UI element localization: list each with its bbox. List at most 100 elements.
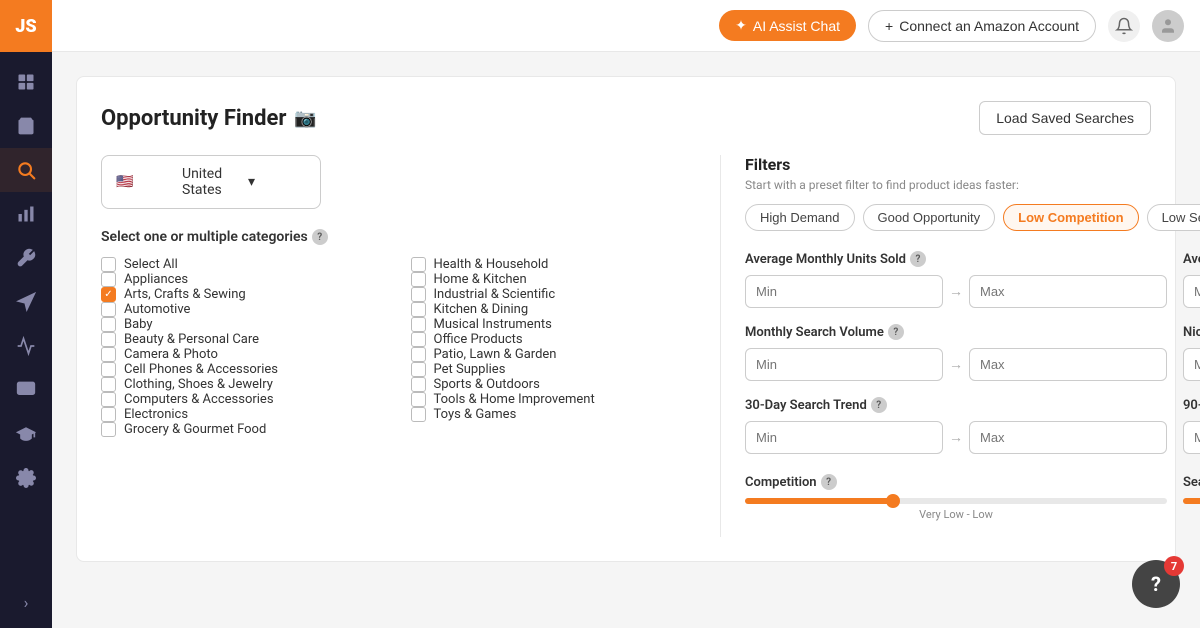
avg-price-min-input[interactable] [1183, 275, 1200, 308]
sidebar-item-tools[interactable] [0, 236, 52, 280]
checkbox-kitchen-dining[interactable] [411, 302, 426, 317]
category-item-kitchen-dining[interactable]: Kitchen & Dining [411, 302, 697, 317]
checkbox-cell-phones[interactable] [101, 362, 116, 377]
checkbox-industrial[interactable] [411, 287, 426, 302]
filter-tag-good-opportunity[interactable]: Good Opportunity [863, 204, 996, 231]
filter-tag-low-competition[interactable]: Low Competition [1003, 204, 1138, 231]
checkbox-grocery[interactable] [101, 422, 116, 437]
sidebar-item-search[interactable] [0, 148, 52, 192]
sidebar-item-analytics[interactable] [0, 192, 52, 236]
trend30-max-input[interactable] [969, 421, 1167, 454]
competition-label: Competition ? [745, 474, 1167, 490]
trend30-help-icon[interactable]: ? [871, 397, 887, 413]
sidebar-item-reporting[interactable] [0, 324, 52, 368]
checkbox-clothing[interactable] [101, 377, 116, 392]
search-vol-range: → [745, 348, 1167, 381]
checkbox-health[interactable] [411, 257, 426, 272]
checkbox-patio[interactable] [411, 347, 426, 362]
search-vol-min-input[interactable] [745, 348, 943, 381]
checkbox-sports[interactable] [411, 377, 426, 392]
notifications-button[interactable] [1108, 10, 1140, 42]
avg-units-max-input[interactable] [969, 275, 1167, 308]
checkbox-home-kitchen[interactable] [411, 272, 426, 287]
category-item-computers[interactable]: Computers & Accessories [101, 392, 387, 407]
country-dropdown[interactable]: 🇺🇸 United States ▾ [101, 155, 321, 209]
category-item-beauty[interactable]: Beauty & Personal Care [101, 332, 387, 347]
category-item-select-all[interactable]: Select All [101, 257, 387, 272]
category-item-industrial[interactable]: Industrial & Scientific [411, 287, 697, 302]
niche-min-input[interactable] [1183, 348, 1200, 381]
sidebar-item-campaigns[interactable] [0, 280, 52, 324]
page-header: Opportunity Finder 📷 Load Saved Searches [101, 101, 1151, 135]
sidebar-item-dashboard[interactable] [0, 60, 52, 104]
category-item-tools[interactable]: Tools & Home Improvement [411, 392, 697, 407]
seasonality-slider-track[interactable] [1183, 498, 1200, 504]
monthly-search-volume-label: Monthly Search Volume ? [745, 324, 1167, 340]
category-item-camera[interactable]: Camera & Photo [101, 347, 387, 362]
checkbox-automotive[interactable] [101, 302, 116, 317]
checkbox-tools[interactable] [411, 392, 426, 407]
categories-label: Select one or multiple categories ? [101, 229, 696, 245]
category-item-patio[interactable]: Patio, Lawn & Garden [411, 347, 697, 362]
trend90-min-input[interactable] [1183, 421, 1200, 454]
checkbox-beauty[interactable] [101, 332, 116, 347]
avg-units-help-icon[interactable]: ? [910, 251, 926, 267]
checkbox-appliances[interactable] [101, 272, 116, 287]
search-vol-help-icon[interactable]: ? [888, 324, 904, 340]
competition-help-icon[interactable]: ? [821, 474, 837, 490]
seasonality-label: Seasonality ? [1183, 474, 1200, 490]
load-saved-button[interactable]: Load Saved Searches [979, 101, 1151, 135]
category-item-clothing[interactable]: Clothing, Shoes & Jewelry [101, 377, 387, 392]
checkbox-select-all[interactable] [101, 257, 116, 272]
checkbox-camera[interactable] [101, 347, 116, 362]
category-item-musical[interactable]: Musical Instruments [411, 317, 697, 332]
trend30-min-input[interactable] [745, 421, 943, 454]
video-icon[interactable]: 📷 [294, 108, 316, 129]
search-trend-30-group: 30-Day Search Trend ? → [745, 397, 1167, 454]
checkbox-pet[interactable] [411, 362, 426, 377]
sidebar-item-ads[interactable]: AD [0, 368, 52, 412]
category-item-appliances[interactable]: Appliances [101, 272, 387, 287]
category-col-1: Select AllAppliancesArts, Crafts & Sewin… [101, 257, 387, 437]
help-button[interactable]: ? 7 [1132, 560, 1180, 608]
category-item-electronics[interactable]: Electronics [101, 407, 387, 422]
categories-help-icon[interactable]: ? [312, 229, 328, 245]
checkbox-musical[interactable] [411, 317, 426, 332]
user-avatar[interactable] [1152, 10, 1184, 42]
category-item-office[interactable]: Office Products [411, 332, 697, 347]
category-item-sports[interactable]: Sports & Outdoors [411, 377, 697, 392]
ai-assist-button[interactable]: ✦ AI Assist Chat [719, 10, 856, 41]
checkbox-electronics[interactable] [101, 407, 116, 422]
search-vol-max-input[interactable] [969, 348, 1167, 381]
country-flag: 🇺🇸 [116, 174, 174, 190]
category-item-baby[interactable]: Baby [101, 317, 387, 332]
checkbox-arts-crafts[interactable] [101, 287, 116, 302]
category-item-grocery[interactable]: Grocery & Gourmet Food [101, 422, 387, 437]
category-item-toys[interactable]: Toys & Games [411, 407, 697, 422]
checkbox-office[interactable] [411, 332, 426, 347]
avg-units-min-input[interactable] [745, 275, 943, 308]
sidebar-item-products[interactable] [0, 104, 52, 148]
category-item-cell-phones[interactable]: Cell Phones & Accessories [101, 362, 387, 377]
category-label-patio: Patio, Lawn & Garden [434, 347, 557, 362]
competition-slider-thumb [886, 494, 900, 508]
filter-tag-high-demand[interactable]: High Demand [745, 204, 855, 231]
competition-slider-track[interactable] [745, 498, 1167, 504]
sidebar-item-academy[interactable] [0, 412, 52, 456]
category-item-arts-crafts[interactable]: Arts, Crafts & Sewing [101, 287, 387, 302]
checkbox-toys[interactable] [411, 407, 426, 422]
sidebar-expand-button[interactable]: › [0, 584, 52, 620]
avg-monthly-price-label: Average Monthly Price ? [1183, 251, 1200, 267]
category-item-health[interactable]: Health & Household [411, 257, 697, 272]
checkbox-baby[interactable] [101, 317, 116, 332]
sidebar-item-settings[interactable] [0, 456, 52, 500]
filter-tag-low-seasonality[interactable]: Low Seasonality [1147, 204, 1200, 231]
range-arrow-5-icon: → [949, 429, 963, 446]
checkbox-computers[interactable] [101, 392, 116, 407]
connect-amazon-button[interactable]: + Connect an Amazon Account [868, 10, 1096, 42]
category-item-home-kitchen[interactable]: Home & Kitchen [411, 272, 697, 287]
category-item-automotive[interactable]: Automotive [101, 302, 387, 317]
category-item-pet[interactable]: Pet Supplies [411, 362, 697, 377]
sidebar-logo: JS [0, 0, 52, 52]
two-col-layout: 🇺🇸 United States ▾ Select one or multipl… [101, 155, 1151, 537]
